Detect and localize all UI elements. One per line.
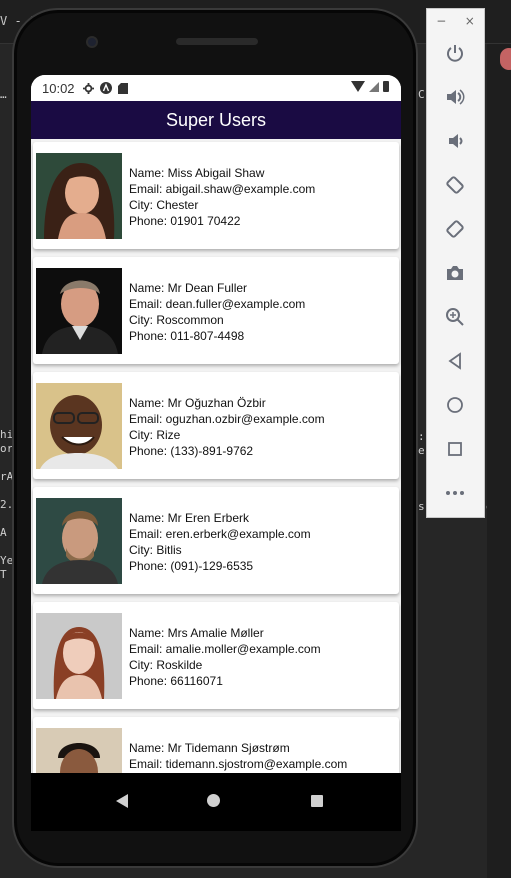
user-avatar bbox=[36, 268, 122, 354]
user-name: Name: Mrs Amalie Møller bbox=[129, 626, 264, 640]
user-email: Email: dean.fuller@example.com bbox=[129, 297, 306, 311]
a-icon bbox=[99, 82, 112, 94]
app-title: Super Users bbox=[165, 109, 267, 130]
recents-icon[interactable] bbox=[311, 795, 323, 807]
user-card[interactable]: Name: Mr Tidemann Sjøstrøm Email: tidema… bbox=[33, 717, 399, 773]
user-avatar bbox=[36, 383, 122, 469]
phone-frame: 10:02 Super Users Name: Miss Abigail Sha… bbox=[12, 8, 418, 868]
status-time: 10:02 bbox=[42, 80, 75, 96]
user-info: Name: Mr Dean Fuller Email: dean.fuller@… bbox=[129, 280, 305, 344]
home-icon[interactable] bbox=[441, 391, 469, 419]
battery-icon bbox=[383, 81, 389, 92]
user-phone: Phone: (091)-129-6535 bbox=[129, 559, 254, 573]
close-button[interactable]: × bbox=[465, 14, 475, 28]
user-email: Email: eren.erberk@example.com bbox=[129, 527, 311, 541]
ide-code-fragment: : bbox=[418, 430, 425, 443]
wifi-icon bbox=[351, 81, 365, 92]
user-phone: Phone: (133)-891-9762 bbox=[129, 444, 254, 458]
user-email: Email: tidemann.sjostrom@example.com bbox=[129, 757, 348, 771]
user-name: Name: Mr Eren Erberk bbox=[129, 511, 250, 525]
android-nav-bar bbox=[31, 773, 401, 831]
user-city: City: Chester bbox=[129, 198, 199, 212]
power-icon[interactable] bbox=[441, 39, 469, 67]
phone-screen: 10:02 Super Users Name: Miss Abigail Sha… bbox=[31, 75, 401, 773]
sd-card-icon bbox=[117, 82, 129, 94]
app-bar: Super Users bbox=[31, 101, 401, 139]
ide-code-fragment: … bbox=[0, 88, 7, 101]
user-info: Name: Mr Tidemann Sjøstrøm Email: tidema… bbox=[129, 740, 347, 772]
user-card[interactable]: Name: Miss Abigail Shaw Email: abigail.s… bbox=[33, 142, 399, 249]
volume-down-icon[interactable] bbox=[441, 127, 469, 155]
user-info: Name: Mr Eren Erberk Email: eren.erberk@… bbox=[129, 510, 311, 574]
user-email: Email: abigail.shaw@example.com bbox=[129, 182, 316, 196]
user-name: Name: Mr Dean Fuller bbox=[129, 281, 248, 295]
camera-icon[interactable] bbox=[441, 259, 469, 287]
user-email: Email: oguzhan.ozbir@example.com bbox=[129, 412, 325, 426]
emulator-window-controls: − × bbox=[427, 9, 484, 33]
ide-code-fragment: C bbox=[418, 88, 425, 101]
user-city: City: Rize bbox=[129, 428, 181, 442]
more-icon[interactable] bbox=[441, 479, 469, 507]
gear-icon bbox=[83, 82, 95, 94]
signal-icon bbox=[369, 81, 379, 92]
ide-right-panel bbox=[487, 44, 511, 878]
rotate-right-icon[interactable] bbox=[441, 215, 469, 243]
user-name: Name: Mr Oğuzhan Özbir bbox=[129, 396, 266, 410]
back-icon[interactable] bbox=[441, 347, 469, 375]
user-info: Name: Mrs Amalie Møller Email: amalie.mo… bbox=[129, 625, 321, 689]
front-camera bbox=[86, 36, 98, 48]
user-phone: Phone: 66116071 bbox=[129, 674, 223, 688]
back-icon[interactable] bbox=[116, 794, 128, 808]
user-name: Name: Mr Tidemann Sjøstrøm bbox=[129, 741, 290, 755]
user-card[interactable]: Name: Mr Dean Fuller Email: dean.fuller@… bbox=[33, 257, 399, 364]
home-icon[interactable] bbox=[207, 794, 220, 807]
user-city: City: Roscommon bbox=[129, 313, 224, 327]
volume-up-icon[interactable] bbox=[441, 83, 469, 111]
earpiece-speaker bbox=[176, 38, 258, 45]
user-avatar bbox=[36, 498, 122, 584]
user-card[interactable]: Name: Mr Oğuzhan Özbir Email: oguzhan.oz… bbox=[33, 372, 399, 479]
rotate-left-icon[interactable] bbox=[441, 171, 469, 199]
ide-avatar-badge[interactable] bbox=[500, 48, 511, 70]
status-bar: 10:02 bbox=[31, 75, 401, 101]
user-phone: Phone: 01901 70422 bbox=[129, 214, 241, 228]
zoom-icon[interactable] bbox=[441, 303, 469, 331]
user-info: Name: Mr Oğuzhan Özbir Email: oguzhan.oz… bbox=[129, 395, 325, 459]
minimize-button[interactable]: − bbox=[436, 14, 446, 28]
user-avatar bbox=[36, 613, 122, 699]
user-city: City: Bitlis bbox=[129, 543, 182, 557]
user-phone: Phone: 011-807-4498 bbox=[129, 329, 245, 343]
ide-code-fragment: s bbox=[418, 500, 425, 513]
user-card[interactable]: Name: Mrs Amalie Møller Email: amalie.mo… bbox=[33, 602, 399, 709]
user-city: City: Roskilde bbox=[129, 658, 203, 672]
user-list[interactable]: Name: Miss Abigail Shaw Email: abigail.s… bbox=[31, 139, 401, 773]
user-card[interactable]: Name: Mr Eren Erberk Email: eren.erberk@… bbox=[33, 487, 399, 594]
ide-code-fragment: A bbox=[0, 526, 7, 539]
emulator-control-panel: − × bbox=[426, 8, 485, 518]
user-avatar bbox=[36, 153, 122, 239]
user-info: Name: Miss Abigail Shaw Email: abigail.s… bbox=[129, 165, 315, 229]
user-email: Email: amalie.moller@example.com bbox=[129, 642, 321, 656]
ide-code-fragment: T bbox=[0, 568, 7, 581]
user-name: Name: Miss Abigail Shaw bbox=[129, 166, 265, 180]
ide-code-fragment: e bbox=[418, 444, 425, 457]
user-avatar bbox=[36, 728, 122, 773]
overview-icon[interactable] bbox=[441, 435, 469, 463]
